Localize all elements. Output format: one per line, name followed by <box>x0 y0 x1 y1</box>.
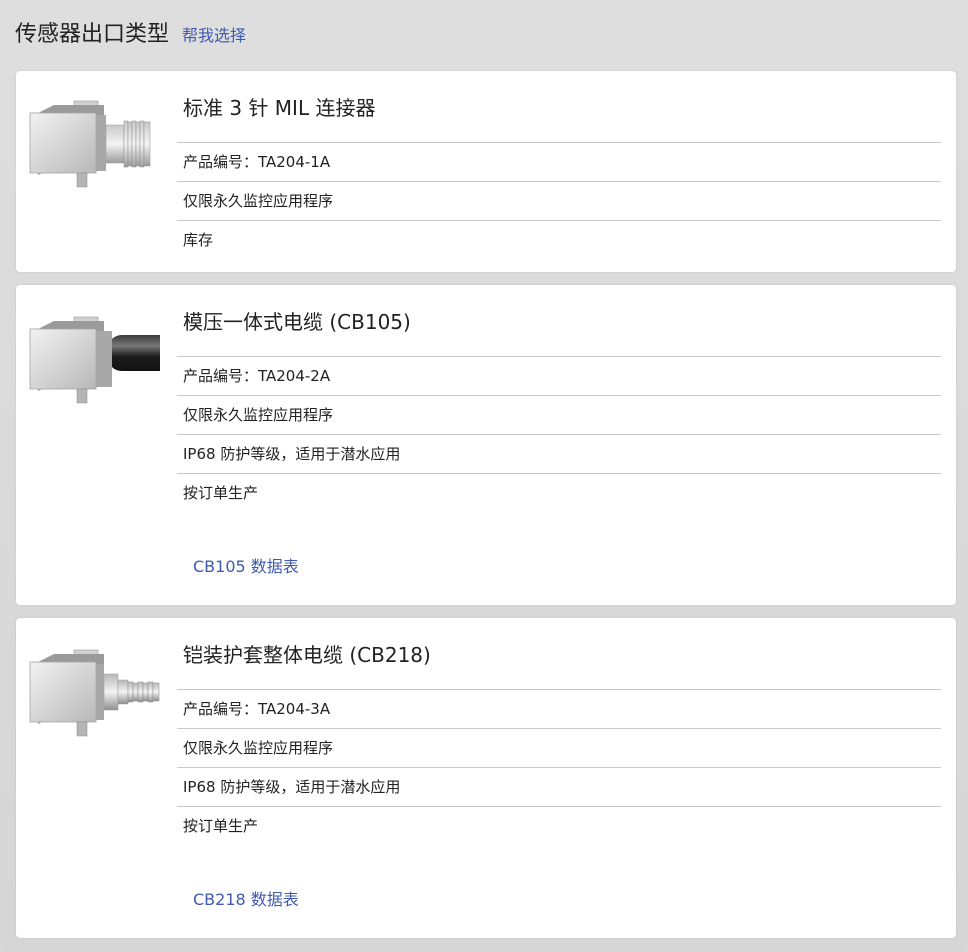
sensor-armored-cable-icon <box>29 649 160 737</box>
sensor-exit-type-panel: 传感器出口类型 帮我选择 标准 3 针 MIL 连接器 产品编号：TA204-1… <box>0 0 968 952</box>
ip-rating: IP68 防护等级，适用于潜水应用 <box>177 768 941 807</box>
part-number: 产品编号：TA204-1A <box>177 143 941 182</box>
part-number: 产品编号：TA204-3A <box>177 690 941 729</box>
sensor-molded-cable-icon <box>29 316 160 404</box>
help-me-choose-link[interactable]: 帮我选择 <box>182 22 246 46</box>
product-card-mil-connector[interactable]: 标准 3 针 MIL 连接器 产品编号：TA204-1A 仅限永久监控应用程序 … <box>16 71 956 272</box>
product-card-molded-cable[interactable]: 模压一体式电缆 (CB105) 产品编号：TA204-2A 仅限永久监控应用程序… <box>16 285 956 605</box>
part-number: 产品编号：TA204-2A <box>177 357 941 396</box>
application-note: 仅限永久监控应用程序 <box>177 729 941 768</box>
application-note: 仅限永久监控应用程序 <box>177 182 941 221</box>
cb218-datasheet-link[interactable]: CB218 数据表 <box>193 886 299 910</box>
availability-status: 按订单生产 <box>183 484 259 502</box>
card-title: 铠装护套整体电缆 (CB218) <box>177 618 941 690</box>
availability-status: 按订单生产 <box>183 817 259 835</box>
product-card-armored-cable[interactable]: 铠装护套整体电缆 (CB218) 产品编号：TA204-3A 仅限永久监控应用程… <box>16 618 956 938</box>
card-title: 标准 3 针 MIL 连接器 <box>177 71 941 143</box>
ip-rating: IP68 防护等级，适用于潜水应用 <box>177 435 941 474</box>
card-details: 标准 3 针 MIL 连接器 产品编号：TA204-1A 仅限永久监控应用程序 … <box>177 71 941 259</box>
cb105-datasheet-link[interactable]: CB105 数据表 <box>193 553 299 577</box>
panel-header: 传感器出口类型 帮我选择 <box>15 16 246 56</box>
availability-status: 库存 <box>183 231 214 249</box>
card-title: 模压一体式电缆 (CB105) <box>177 285 941 357</box>
card-details: 铠装护套整体电缆 (CB218) 产品编号：TA204-3A 仅限永久监控应用程… <box>177 618 941 845</box>
card-details: 模压一体式电缆 (CB105) 产品编号：TA204-2A 仅限永久监控应用程序… <box>177 285 941 512</box>
page-title: 传感器出口类型 <box>15 22 170 47</box>
application-note: 仅限永久监控应用程序 <box>177 396 941 435</box>
sensor-mil-connector-icon <box>29 100 151 188</box>
